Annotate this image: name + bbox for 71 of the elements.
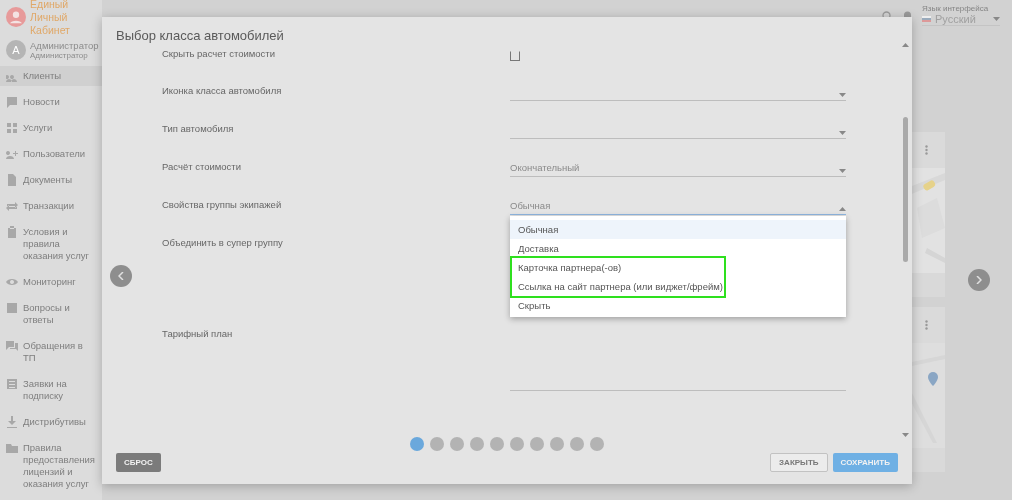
sidebar-item[interactable]: Дистрибутивы	[0, 412, 102, 432]
field-label: Свойства группы экипажей	[162, 198, 283, 210]
page-dot[interactable]	[490, 437, 504, 451]
user-avatar: A	[6, 40, 26, 60]
sidebar-item[interactable]: Новости	[0, 92, 102, 112]
user-name: Администратор	[30, 40, 99, 51]
field-label: Объединить в супер группу	[162, 236, 284, 248]
sidebar-item[interactable]: Условия и правила оказания услуг	[0, 222, 102, 266]
dropdown-option[interactable]: Доставка	[510, 239, 846, 258]
page-dot[interactable]	[410, 437, 424, 451]
reset-button[interactable]: СБРОС	[116, 453, 161, 472]
kebab-icon[interactable]	[924, 320, 928, 330]
swap-icon	[6, 200, 18, 212]
user-plus-icon	[6, 148, 18, 160]
page-dot[interactable]	[470, 437, 484, 451]
next-arrow-button[interactable]	[967, 269, 990, 291]
scroll-up-icon	[901, 43, 909, 47]
dropdown-option[interactable]: Обычная	[510, 220, 846, 239]
chevron-right-icon	[975, 276, 982, 284]
page-dot[interactable]	[450, 437, 464, 451]
document-icon	[6, 174, 18, 186]
user-logo-icon	[6, 7, 26, 27]
dialog-title: Выбор класса автомобилей	[115, 27, 285, 43]
caret-icon	[993, 17, 1000, 21]
field-label: Расчёт стоимости	[162, 160, 242, 172]
chat-icon	[6, 340, 18, 352]
caret-icon	[839, 169, 846, 173]
caret-icon	[839, 207, 846, 211]
field-label: Тарифный план	[162, 327, 234, 339]
sidebar-item[interactable]: Правила предоставления лицензий и оказания услуг	[0, 438, 102, 494]
sidebar-item[interactable]: Обращения в ТП	[0, 336, 102, 368]
eye-icon	[6, 276, 18, 288]
select-field[interactable]: Окончательный	[510, 156, 846, 177]
sidebar-item[interactable]: Транзакции	[0, 196, 102, 216]
sidebar-item[interactable]: Услуги	[0, 118, 102, 138]
page-dot[interactable]	[550, 437, 564, 451]
download-icon	[6, 416, 18, 428]
page-dot[interactable]	[430, 437, 444, 451]
scroll-down-icon	[901, 433, 909, 437]
page-dot[interactable]	[510, 437, 524, 451]
caret-icon	[839, 131, 846, 135]
folder-icon	[6, 442, 18, 454]
sidebar-item[interactable]: Заявки на подписку	[0, 374, 102, 406]
sidebar-item[interactable]: Документы	[0, 170, 102, 190]
news-icon	[6, 96, 18, 108]
checkbox[interactable]	[510, 51, 520, 61]
save-button[interactable]: СОХРАНИТЬ	[832, 453, 898, 472]
sidebar-item[interactable]: Клиенты	[0, 66, 102, 86]
page-dot[interactable]	[590, 437, 604, 451]
user-role: Администратор	[30, 51, 89, 60]
page-dot[interactable]	[570, 437, 584, 451]
language-label: Язык интерфейса	[922, 4, 990, 13]
chevron-left-icon	[118, 272, 124, 280]
scrollbar-thumb[interactable]	[902, 117, 908, 262]
sidebar-item[interactable]: Пользователи	[0, 144, 102, 164]
close-button[interactable]: ЗАКРЫТЬ	[770, 453, 828, 472]
field-label: Скрыть расчет стоимости	[162, 47, 276, 59]
field-label: Иконка класса автомобиля	[162, 84, 283, 96]
clipboard-icon	[6, 226, 18, 238]
brand-title: Единый Личный Кабинет	[30, 0, 71, 37]
sidebar-item[interactable]: Мониторинг	[0, 272, 102, 292]
dropdown-option[interactable]: Скрыть	[510, 296, 846, 315]
sidebar-item[interactable]: Вопросы и ответы	[0, 298, 102, 330]
page-dot[interactable]	[530, 437, 544, 451]
select-field[interactable]: Обычная	[510, 194, 846, 215]
kebab-icon[interactable]	[924, 145, 928, 155]
flag-icon	[922, 16, 931, 22]
caret-icon	[839, 93, 846, 97]
list-icon	[6, 378, 18, 390]
field-label: Тип автомобиля	[162, 122, 235, 134]
grid-icon	[6, 122, 18, 134]
